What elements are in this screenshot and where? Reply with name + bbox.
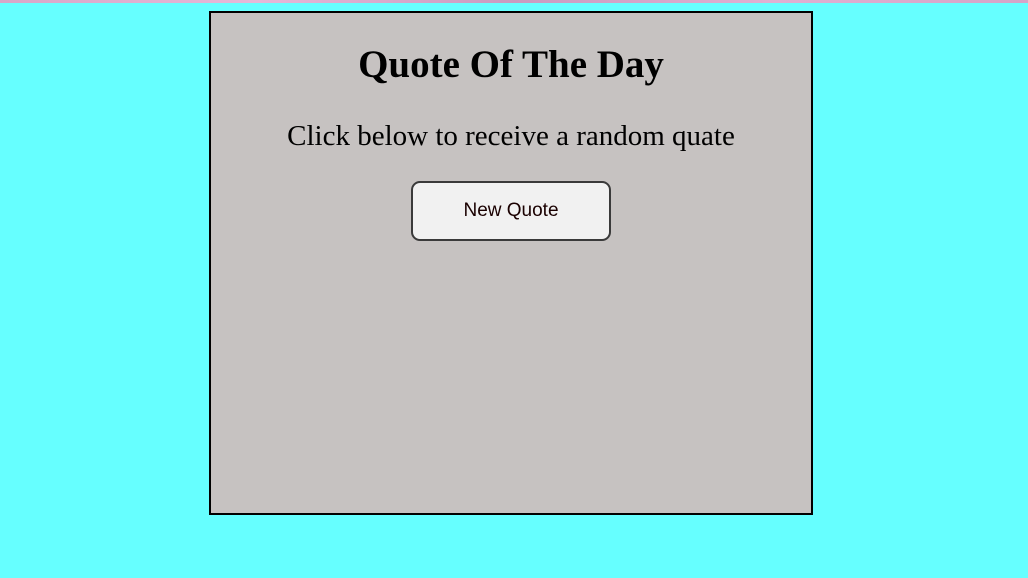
instruction-text: Click below to receive a random quate xyxy=(287,120,735,152)
new-quote-button[interactable]: New Quote xyxy=(411,181,611,241)
top-decorative-strip xyxy=(0,0,1028,3)
quote-card: Quote Of The Day Click below to receive … xyxy=(209,11,813,515)
page-title: Quote Of The Day xyxy=(358,43,664,86)
